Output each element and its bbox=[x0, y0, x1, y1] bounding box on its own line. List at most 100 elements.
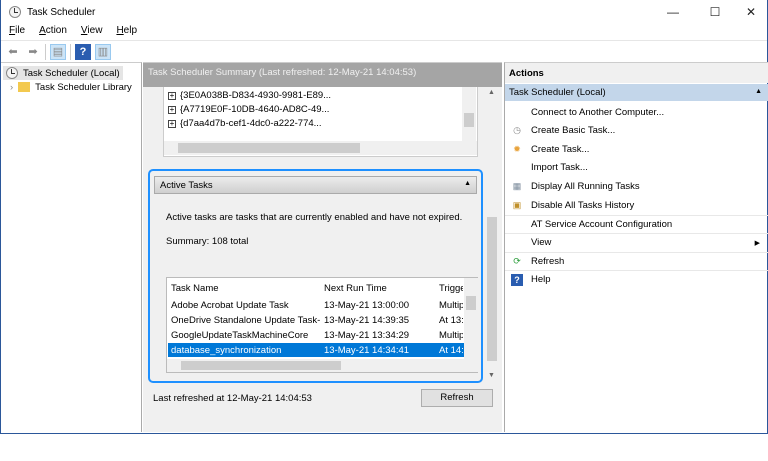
active-tasks-table: Task Name Next Run Time Trigge Adobe Acr… bbox=[166, 277, 478, 373]
table-cell: 13-May-21 13:34:29 bbox=[324, 330, 410, 341]
active-tasks-panel: Active Tasks ▲ Active tasks are tasks th… bbox=[148, 169, 483, 383]
section-title: Task Scheduler (Local) bbox=[509, 87, 606, 98]
clock-icon bbox=[6, 67, 18, 79]
task-folder-list: + {3E0A038B-D834-4930-9981-E89... + {A7719… bbox=[163, 87, 478, 157]
close-button[interactable]: ✕ bbox=[737, 3, 765, 21]
table-cell: At 14: bbox=[439, 345, 463, 356]
list-hscroll[interactable] bbox=[164, 141, 477, 155]
console-tree: Task Scheduler (Local) › Task Scheduler … bbox=[1, 62, 142, 432]
table-row[interactable]: Adobe Acrobat Update Task 13-May-21 13:00… bbox=[168, 298, 464, 312]
menu-action[interactable]: Action bbox=[39, 25, 67, 36]
menu-bar: File Action View Help bbox=[9, 25, 137, 36]
table-row[interactable]: database_synchronization 13-May-21 14:34:… bbox=[168, 343, 464, 357]
action-item[interactable]: AT Service Account Configuration bbox=[505, 214, 768, 233]
table-vscroll[interactable] bbox=[464, 278, 478, 360]
list-vscroll[interactable] bbox=[462, 87, 476, 143]
expand-icon[interactable]: + bbox=[168, 119, 176, 128]
show-hide-console-tree-icon[interactable]: ▤ bbox=[50, 43, 66, 60]
collapse-icon[interactable]: ▲ bbox=[464, 180, 471, 187]
tree-label: Task Scheduler (Local) bbox=[23, 67, 120, 79]
blank-icon bbox=[511, 218, 523, 230]
action-label: Create Task... bbox=[531, 143, 590, 155]
menu-view[interactable]: View bbox=[81, 25, 103, 36]
action-label: Display All Running Tasks bbox=[531, 180, 640, 192]
summary-pane: Task Scheduler Summary (Last refreshed: … bbox=[143, 62, 502, 432]
action-item[interactable]: ⟳ Refresh bbox=[505, 251, 768, 270]
minimize-button[interactable]: — bbox=[659, 3, 687, 21]
list-item[interactable]: + {3E0A038B-D834-4930-9981-E89... bbox=[168, 90, 331, 101]
action-label: Import Task... bbox=[531, 162, 588, 174]
folder-icon bbox=[18, 82, 31, 92]
history-icon: ▣ bbox=[512, 199, 522, 210]
table-cell: Adobe Acrobat Update Task bbox=[171, 300, 289, 311]
table-cell: OneDrive Standalone Update Task-... bbox=[171, 315, 321, 326]
blank-icon bbox=[511, 106, 523, 118]
chevron-right-icon[interactable]: › bbox=[10, 82, 13, 93]
action-label: Help bbox=[531, 274, 551, 286]
active-tasks-header[interactable]: Active Tasks ▲ bbox=[154, 176, 477, 194]
active-tasks-summary: Summary: 108 total bbox=[166, 236, 249, 247]
table-cell: GoogleUpdateTaskMachineCore bbox=[171, 330, 309, 341]
collapse-icon[interactable]: ▲ bbox=[755, 88, 762, 95]
tree-label: Task Scheduler Library bbox=[35, 81, 132, 93]
refresh-button[interactable]: Refresh bbox=[421, 389, 493, 407]
table-cell: 13-May-21 14:34:41 bbox=[324, 345, 410, 356]
table-cell: Multip bbox=[439, 300, 463, 311]
table-cell: At 13: bbox=[439, 315, 463, 326]
expand-icon[interactable]: + bbox=[168, 105, 176, 114]
create-basic-task-icon: ◷ bbox=[513, 125, 521, 136]
table-hscroll[interactable] bbox=[167, 359, 478, 372]
action-label: Create Basic Task... bbox=[531, 125, 616, 137]
list-item[interactable]: + {d7aa4d7b-cef1-4dc0-a222-774... bbox=[168, 118, 322, 129]
action-item[interactable]: ? Help bbox=[505, 270, 768, 288]
blank-icon bbox=[511, 162, 523, 174]
menu-help[interactable]: Help bbox=[116, 25, 137, 36]
table-row[interactable]: GoogleUpdateTaskMachineCore 13-May-21 13:… bbox=[168, 328, 464, 342]
help-icon: ? bbox=[511, 273, 523, 286]
column-header-task-name[interactable]: Task Name bbox=[171, 283, 219, 294]
app-clock-icon bbox=[9, 6, 21, 18]
summary-scrollbar[interactable]: ▲ ▼ bbox=[485, 87, 499, 379]
title-bar: Task Scheduler bbox=[9, 4, 95, 20]
actions-section-header[interactable]: Task Scheduler (Local) ▲ bbox=[505, 84, 768, 101]
guid-label: {A7719E0F-10DB-4640-AD8C-49... bbox=[180, 104, 330, 115]
help-icon[interactable]: ? bbox=[75, 43, 91, 60]
action-item[interactable]: ✹ Create Task... bbox=[505, 140, 768, 158]
table-cell: Multip bbox=[439, 330, 463, 341]
back-arrow-icon[interactable]: ⬅ bbox=[5, 44, 21, 60]
action-item[interactable]: ▣ Disable All Tasks History bbox=[505, 196, 768, 214]
column-header-trigger[interactable]: Trigge bbox=[439, 283, 463, 294]
create-task-icon: ✹ bbox=[513, 143, 521, 154]
submenu-arrow-icon: ▶ bbox=[754, 239, 760, 247]
table-row[interactable]: OneDrive Standalone Update Task-...13-Ma… bbox=[168, 313, 464, 327]
tree-item-task-scheduler-library[interactable]: › Task Scheduler Library bbox=[7, 80, 135, 94]
active-tasks-title: Active Tasks bbox=[160, 180, 213, 191]
menu-file[interactable]: File bbox=[9, 25, 25, 36]
guid-label: {d7aa4d7b-cef1-4dc0-a222-774... bbox=[180, 118, 322, 129]
action-label: Refresh bbox=[531, 255, 565, 267]
list-item[interactable]: + {A7719E0F-10DB-4640-AD8C-49... bbox=[168, 104, 329, 115]
action-item[interactable]: View ▶ bbox=[505, 233, 768, 251]
action-label: AT Service Account Configuration bbox=[531, 218, 673, 230]
active-tasks-description: Active tasks are tasks that are currentl… bbox=[166, 212, 463, 223]
column-header-next-run-time[interactable]: Next Run Time bbox=[324, 283, 387, 294]
action-label: View bbox=[531, 237, 552, 249]
window-title: Task Scheduler bbox=[27, 6, 96, 18]
action-item[interactable]: Connect to Another Computer... bbox=[505, 103, 768, 121]
tree-item-task-scheduler-local[interactable]: Task Scheduler (Local) bbox=[3, 66, 123, 80]
actions-pane: Actions Task Scheduler (Local) ▲ Connect… bbox=[504, 62, 768, 432]
show-hide-action-pane-icon[interactable]: ▥ bbox=[95, 43, 111, 60]
forward-arrow-icon[interactable]: ➡ bbox=[25, 44, 41, 60]
action-label: Connect to Another Computer... bbox=[531, 106, 665, 118]
action-item[interactable]: Import Task... bbox=[505, 159, 768, 177]
action-item[interactable]: ◷ Create Basic Task... bbox=[505, 122, 768, 140]
running-tasks-icon: ▦ bbox=[512, 180, 522, 191]
action-item[interactable]: ▦ Display All Running Tasks bbox=[505, 177, 768, 195]
refresh-icon: ⟳ bbox=[513, 255, 521, 266]
maximize-button[interactable]: ☐ bbox=[701, 3, 729, 21]
action-label: Disable All Tasks History bbox=[531, 199, 635, 211]
blank-icon bbox=[511, 237, 523, 249]
expand-icon[interactable]: + bbox=[168, 91, 176, 100]
toolbar: ⬅ ➡ ▤ ? ▥ bbox=[1, 40, 767, 62]
guid-label: {3E0A038B-D834-4930-9981-E89... bbox=[180, 90, 332, 101]
